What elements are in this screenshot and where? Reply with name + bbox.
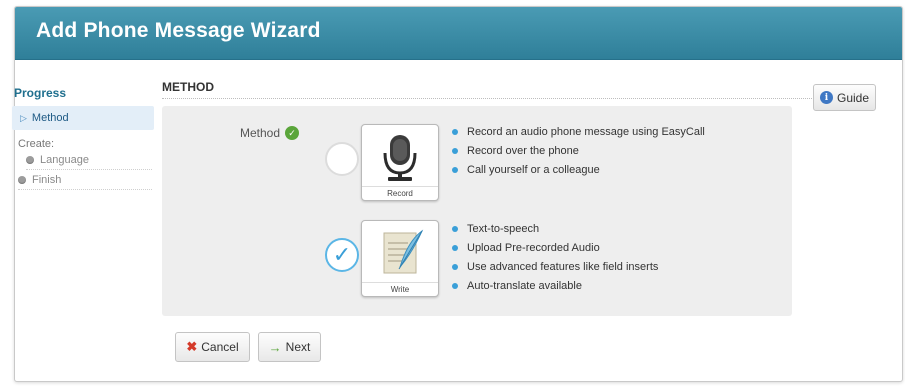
- list-item: Record an audio phone message using Easy…: [452, 122, 705, 141]
- method-label-text: Method: [240, 126, 281, 140]
- bullet-icon: [452, 225, 458, 232]
- feature-text: Auto-translate available: [467, 279, 582, 292]
- bullet-icon: [452, 128, 458, 135]
- write-radio[interactable]: ✓: [325, 238, 359, 272]
- sidebar-item-finish[interactable]: Finish: [18, 170, 152, 190]
- cancel-button[interactable]: ✖ Cancel: [175, 332, 250, 362]
- next-label: Next: [285, 340, 311, 354]
- list-item: Record over the phone: [452, 141, 705, 160]
- sidebar-item-label: Finish: [32, 173, 62, 186]
- guide-label: Guide: [836, 90, 870, 105]
- feature-text: Upload Pre-recorded Audio: [467, 241, 600, 254]
- feature-text: Record an audio phone message using Easy…: [467, 125, 705, 138]
- microphone-icon: [383, 135, 417, 181]
- bullet-icon: [452, 244, 458, 251]
- bullet-icon: [452, 166, 458, 173]
- bullet-icon: [452, 263, 458, 270]
- record-feature-list: Record an audio phone message using Easy…: [452, 122, 705, 179]
- step-bullet-icon: [26, 155, 34, 164]
- record-option-card[interactable]: Record: [361, 124, 439, 201]
- sidebar-item-language[interactable]: Language: [26, 150, 152, 170]
- write-caption: Write: [362, 282, 438, 296]
- list-item: Text-to-speech: [452, 219, 658, 238]
- record-radio[interactable]: [325, 142, 359, 176]
- sidebar-group-create: Create:: [18, 138, 55, 150]
- bullet-icon: [452, 147, 458, 154]
- wizard-header: Add Phone Message Wizard: [15, 7, 902, 60]
- next-button[interactable]: → Next: [258, 332, 321, 362]
- cancel-label: Cancel: [201, 340, 239, 354]
- method-label: Method ✓: [240, 126, 300, 140]
- section-divider: [162, 98, 820, 99]
- feature-text: Call yourself or a colleague: [467, 163, 600, 176]
- arrow-right-icon: →: [268, 339, 282, 355]
- triangle-right-icon: ▷: [20, 112, 27, 123]
- record-caption: Record: [362, 186, 438, 200]
- progress-sidebar: Progress ▷ Method Create: Language Finis…: [12, 86, 154, 190]
- list-item: Call yourself or a colleague: [452, 160, 705, 179]
- write-option-card[interactable]: Write: [361, 220, 439, 297]
- list-item: Upload Pre-recorded Audio: [452, 238, 658, 257]
- quill-paper-icon: [383, 229, 424, 274]
- step-bullet-icon: [18, 175, 26, 184]
- sidebar-item-method[interactable]: ▷ Method: [12, 106, 154, 130]
- write-feature-list: Text-to-speech Upload Pre-recorded Audio…: [452, 219, 658, 295]
- section-title: METHOD: [162, 80, 214, 94]
- close-icon: ✖: [186, 339, 198, 354]
- feature-text: Use advanced features like field inserts: [467, 260, 659, 273]
- sidebar-item-label: Method: [31, 112, 69, 124]
- list-item: Use advanced features like field inserts: [452, 257, 658, 276]
- bullet-icon: [452, 282, 458, 289]
- feature-text: Record over the phone: [467, 144, 579, 157]
- wizard-title: Add Phone Message Wizard: [36, 19, 321, 42]
- progress-heading: Progress: [14, 86, 67, 100]
- sidebar-item-label: Language: [40, 153, 89, 166]
- info-icon: i: [819, 91, 833, 104]
- list-item: Auto-translate available: [452, 276, 658, 295]
- feature-text: Text-to-speech: [467, 222, 540, 235]
- check-icon: ✓: [285, 126, 300, 140]
- guide-button[interactable]: i Guide: [813, 84, 876, 111]
